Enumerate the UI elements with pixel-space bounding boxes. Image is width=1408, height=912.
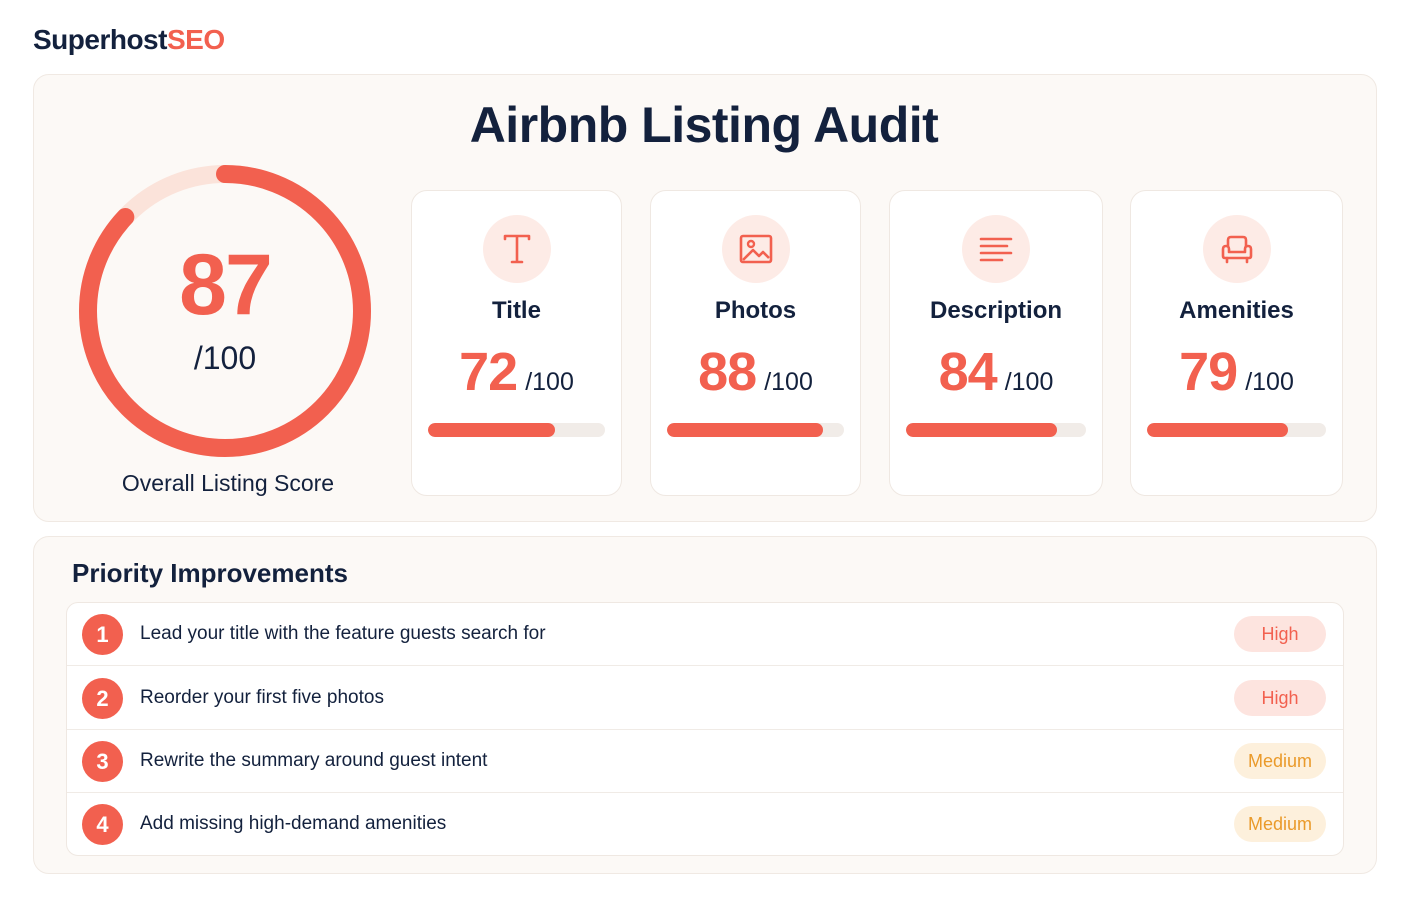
card-progress-fill — [1147, 423, 1289, 437]
card-scoreline: 79/100 — [1131, 341, 1342, 403]
priority-number-badge: 4 — [82, 804, 123, 845]
brand-logo[interactable]: SuperhostSEO — [33, 24, 225, 56]
card-scoreline: 72/100 — [412, 341, 621, 403]
brand-name-part1: Superhost — [33, 24, 167, 55]
overall-score-value: 87 — [179, 237, 273, 333]
card-score-max: /100 — [1004, 368, 1054, 396]
category-card-amenities[interactable]: Amenities 79/100 — [1130, 190, 1343, 496]
card-score: 84 — [938, 342, 998, 402]
priority-number-badge: 3 — [82, 741, 123, 782]
card-score-max: /100 — [1245, 368, 1294, 396]
card-scoreline: 88/100 — [651, 341, 860, 403]
priority-level-badge: Medium — [1234, 743, 1326, 779]
priority-list: 1 Lead your title with the feature guest… — [66, 602, 1344, 856]
priority-item[interactable]: 2 Reorder your first five photos High — [67, 667, 1343, 730]
card-score: 79 — [1179, 342, 1238, 402]
priority-improvements-title: Priority Improvements — [72, 558, 348, 588]
category-card-photos[interactable]: Photos 88/100 — [650, 190, 861, 496]
priority-item-text: Lead your title with the feature guests … — [140, 623, 546, 644]
card-scoreline: 84/100 — [890, 341, 1102, 403]
card-score-max: /100 — [525, 368, 574, 396]
card-score: 88 — [698, 342, 757, 402]
priority-item[interactable]: 3 Rewrite the summary around guest inten… — [67, 730, 1343, 793]
card-progress-bar — [667, 423, 844, 437]
priority-item-text: Reorder your first five photos — [140, 687, 384, 708]
card-progress-bar — [1147, 423, 1326, 437]
priority-number-badge: 2 — [82, 678, 123, 719]
card-progress-bar — [906, 423, 1086, 437]
priority-item[interactable]: 1 Lead your title with the feature guest… — [67, 603, 1343, 666]
category-card-title[interactable]: Title 72/100 — [411, 190, 622, 496]
brand-name-part2: SEO — [166, 24, 225, 55]
card-score-max: /100 — [764, 368, 813, 396]
priority-item[interactable]: 4 Add missing high-demand amenities Medi… — [67, 793, 1343, 855]
card-label: Photos — [714, 297, 797, 324]
page-title: Airbnb Listing Audit — [469, 97, 939, 153]
card-label: Description — [929, 297, 1063, 324]
overall-score-max: /100 — [193, 340, 257, 376]
priority-item-text: Rewrite the summary around guest intent — [140, 750, 488, 771]
overall-score-label: Overall Listing Score — [121, 470, 335, 496]
card-progress-fill — [667, 423, 823, 437]
overall-score-ring: 87 /100 — [78, 164, 372, 458]
card-label: Title — [492, 297, 541, 324]
category-card-description[interactable]: Description 84/100 — [889, 190, 1103, 496]
image-icon — [721, 215, 790, 283]
priority-number-badge: 1 — [82, 614, 123, 655]
armchair-icon — [1202, 215, 1271, 283]
priority-level-badge: Medium — [1234, 806, 1326, 842]
card-score: 72 — [459, 342, 518, 402]
card-label: Amenities — [1179, 297, 1294, 324]
priority-item-text: Add missing high-demand amenities — [140, 813, 447, 834]
title-icon — [482, 215, 551, 283]
card-progress-fill — [906, 423, 1058, 437]
text-lines-icon — [962, 215, 1030, 283]
card-progress-fill — [428, 423, 556, 437]
card-progress-bar — [428, 423, 605, 437]
priority-level-badge: High — [1234, 680, 1326, 716]
priority-level-badge: High — [1234, 616, 1326, 652]
